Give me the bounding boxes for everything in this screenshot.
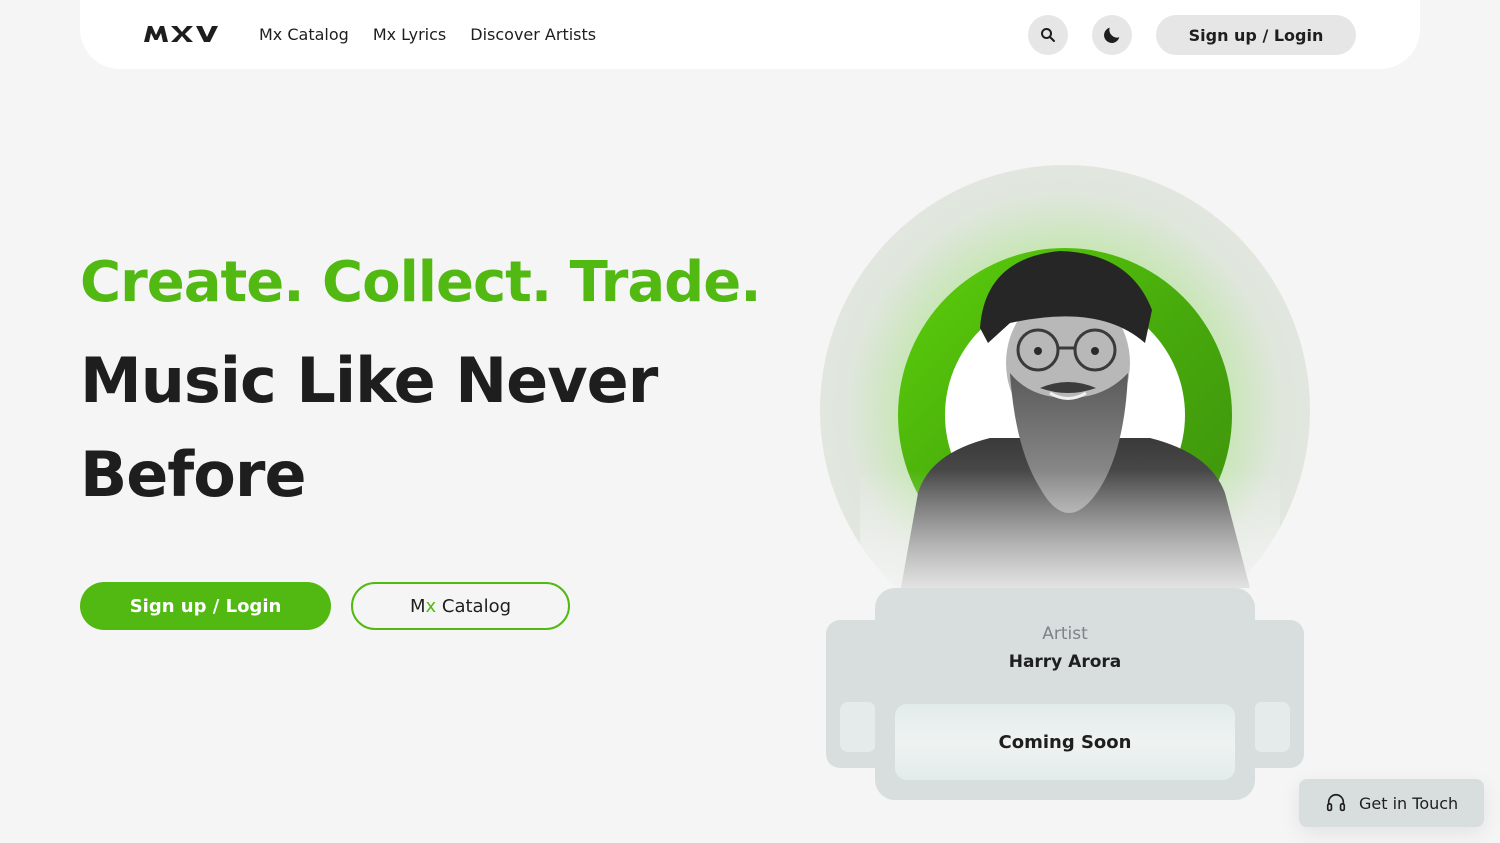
coming-soon-badge: Coming Soon [895,704,1235,780]
brand-logo[interactable] [144,24,220,44]
hero-catalog-button[interactable]: Mx Catalog [351,582,570,630]
top-navbar: Mx Catalog Mx Lyrics Discover Artists Si… [80,0,1420,69]
card-slot-left [840,702,876,752]
hero-headline: Music Like Never Before [80,344,658,511]
artist-label: Artist [1042,624,1088,644]
portrait-fade [860,470,1280,595]
artist-name: Harry Arora [1008,652,1122,672]
hero-tagline: Create. Collect. Trade. [80,250,761,315]
search-icon [1041,28,1055,42]
moon-icon [1104,27,1120,43]
header-login-button[interactable]: Sign up / Login [1156,15,1356,55]
search-button[interactable] [1028,15,1068,55]
nav-discover-artists[interactable]: Discover Artists [470,25,596,44]
get-in-touch-label: Get in Touch [1359,793,1459,813]
theme-toggle-button[interactable] [1092,15,1132,55]
catalog-label-suffix: Catalog [436,595,512,617]
headset-icon [1326,793,1346,812]
get-in-touch-button[interactable]: Get in Touch [1299,779,1484,827]
catalog-label-prefix: M [409,595,426,617]
artist-card[interactable]: Artist Harry Arora Coming Soon [875,588,1255,800]
catalog-label-accent: x [425,595,437,617]
nav-mx-catalog[interactable]: Mx Catalog [259,25,349,44]
main-nav: Mx Catalog Mx Lyrics Discover Artists [259,0,596,69]
card-slot-right [1254,702,1290,752]
nav-mx-lyrics[interactable]: Mx Lyrics [373,25,446,44]
hero-signup-button[interactable]: Sign up / Login [80,582,331,630]
